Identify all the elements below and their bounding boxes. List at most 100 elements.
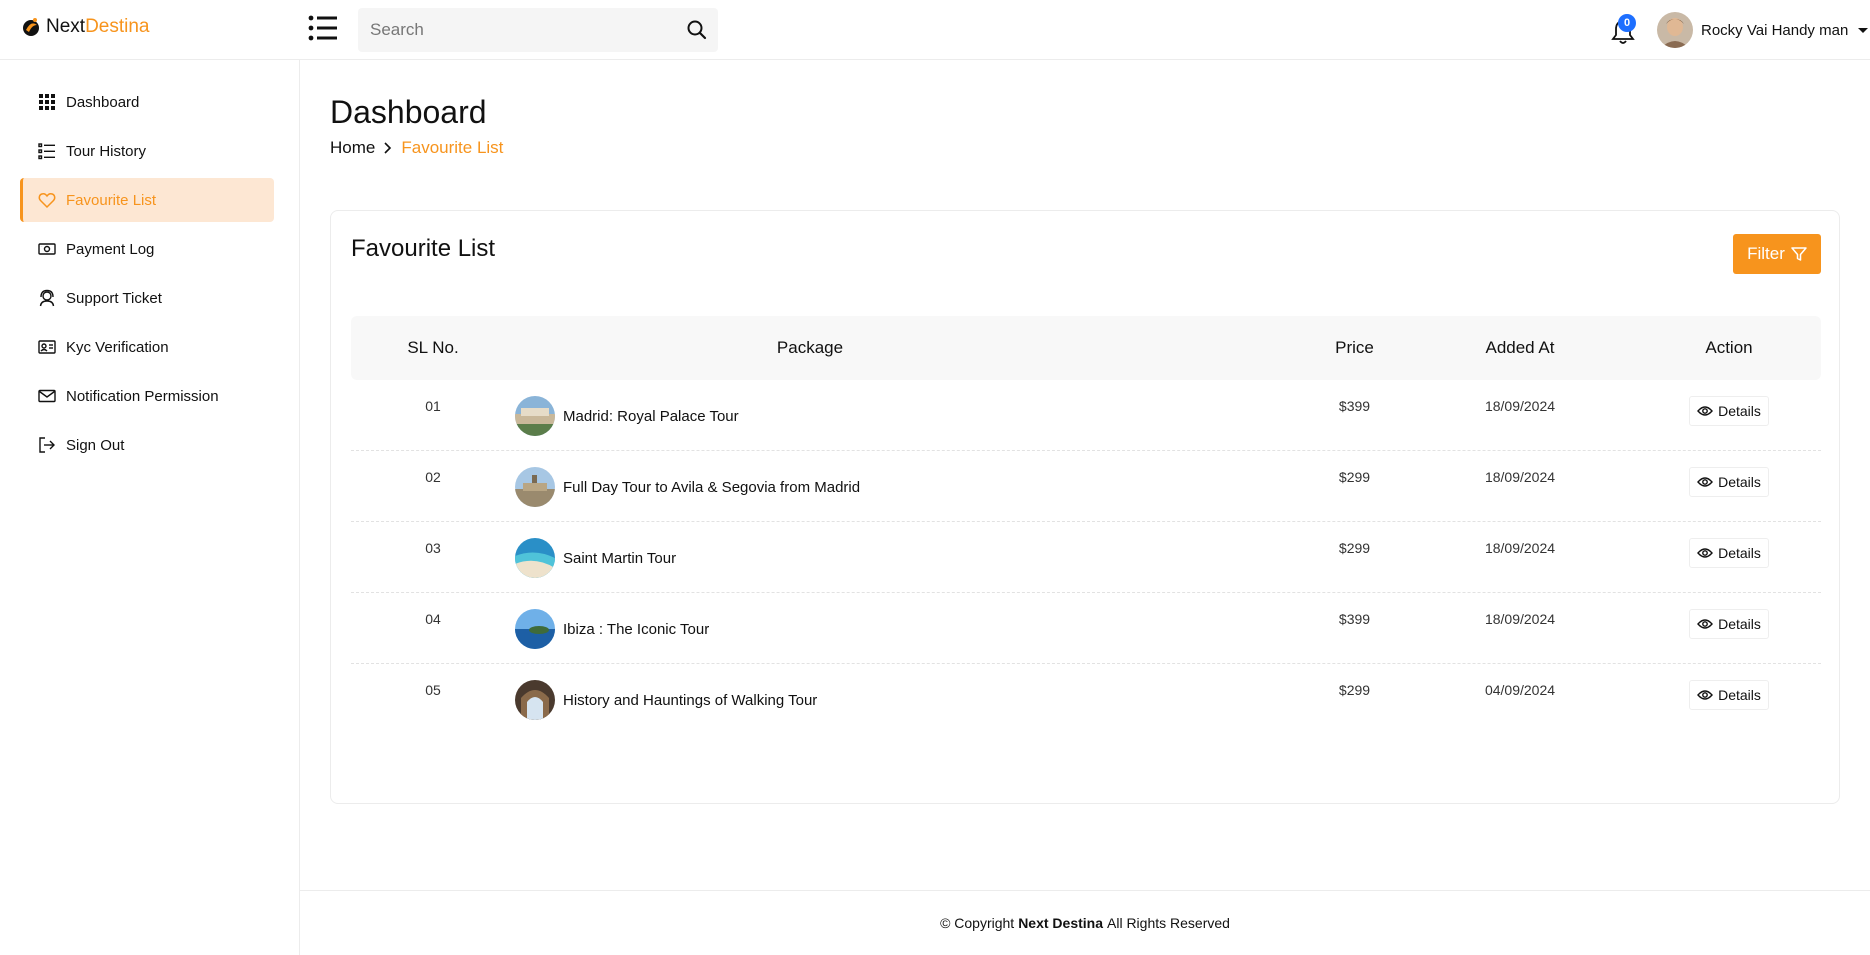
sidebar-item-label: Notification Permission xyxy=(66,387,219,405)
added-date: 18/09/2024 xyxy=(1484,611,1556,627)
footer-brand: Next Destina xyxy=(1018,915,1103,931)
breadcrumb: Home Favourite List xyxy=(330,138,503,158)
menu-toggle-icon[interactable] xyxy=(308,14,340,44)
footer-copyright: © Copyright xyxy=(940,915,1015,931)
package-name[interactable]: Saint Martin Tour xyxy=(563,550,676,567)
grid-icon xyxy=(39,94,55,110)
sidebar-item-kyc-verification[interactable]: Kyc Verification xyxy=(20,325,274,369)
sidebar-item-label: Favourite List xyxy=(66,191,157,209)
sidebar-item-label: Dashboard xyxy=(66,93,140,111)
heart-icon xyxy=(38,193,56,209)
package-thumbnail xyxy=(515,467,555,507)
table-row: 04 Ibiza : The Iconic Tour $399 18/09/20… xyxy=(351,593,1821,664)
sidebar-item-support-ticket[interactable]: Support Ticket xyxy=(20,276,274,320)
table-row: 05 History and Hauntings of Walking Tour… xyxy=(351,664,1821,735)
sidebar-item-label: Payment Log xyxy=(66,240,155,258)
added-date: 18/09/2024 xyxy=(1484,398,1556,414)
sl-number: 02 xyxy=(425,469,441,485)
sidebar-item-tour-history[interactable]: Tour History xyxy=(20,129,274,173)
card-title: Favourite List xyxy=(351,235,496,262)
sidebar-item-label: Sign Out xyxy=(66,436,125,454)
brand-logo[interactable]: Next Destina xyxy=(20,16,150,38)
filter-button[interactable]: Filter xyxy=(1733,234,1821,274)
column-header: Action xyxy=(1705,338,1753,357)
package-name[interactable]: Ibiza : The Iconic Tour xyxy=(563,621,709,638)
search-icon[interactable] xyxy=(686,19,708,41)
user-name: Rocky Vai Handy man xyxy=(1701,21,1849,39)
sidebar-item-notification-permission[interactable]: Notification Permission xyxy=(20,374,274,418)
eye-icon xyxy=(1697,477,1714,487)
details-button[interactable]: Details xyxy=(1689,538,1769,568)
package-name[interactable]: Full Day Tour to Avila & Segovia from Ma… xyxy=(563,479,860,496)
eye-icon xyxy=(1697,619,1714,629)
details-button[interactable]: Details xyxy=(1689,396,1769,426)
user-menu[interactable]: Rocky Vai Handy man xyxy=(1657,12,1869,48)
details-button[interactable]: Details xyxy=(1689,609,1769,639)
page-title: Dashboard xyxy=(330,94,487,130)
list-icon xyxy=(38,143,55,160)
column-header: Package xyxy=(776,338,844,357)
search-box xyxy=(358,8,718,52)
chevron-right-icon xyxy=(384,142,392,154)
table-header: SL No. Package Price Added At Action xyxy=(351,316,1821,380)
package-name[interactable]: Madrid: Royal Palace Tour xyxy=(563,408,739,425)
filter-icon xyxy=(1791,247,1807,261)
avatar xyxy=(1657,12,1693,48)
price: $299 xyxy=(1338,682,1371,698)
eye-icon xyxy=(1697,548,1714,558)
sidebar-item-sign-out[interactable]: Sign Out xyxy=(20,423,274,467)
money-icon xyxy=(38,243,56,255)
details-button[interactable]: Details xyxy=(1689,680,1769,710)
column-header: Added At xyxy=(1485,338,1555,357)
eye-icon xyxy=(1697,406,1714,416)
footer: © Copyright Next Destina All Rights Rese… xyxy=(300,890,1870,955)
sl-number: 05 xyxy=(425,682,441,698)
details-label: Details xyxy=(1718,616,1761,632)
sidebar-item-favourite-list[interactable]: Favourite List xyxy=(20,178,274,222)
envelope-icon xyxy=(38,389,56,403)
logo-icon xyxy=(23,18,39,36)
sidebar-item-label: Tour History xyxy=(66,142,147,160)
sign-out-icon xyxy=(39,437,55,453)
package-thumbnail xyxy=(515,609,555,649)
notification-badge: 0 xyxy=(1618,14,1636,32)
breadcrumb-current: Favourite List xyxy=(401,138,504,157)
details-label: Details xyxy=(1718,545,1761,561)
eye-icon xyxy=(1697,690,1714,700)
package-thumbnail xyxy=(515,680,555,720)
details-button[interactable]: Details xyxy=(1689,467,1769,497)
brand-name-part2: Destina xyxy=(85,16,150,37)
top-header: NextDestina 0 Rocky Vai Handy xyxy=(0,0,1870,60)
details-label: Details xyxy=(1718,403,1761,419)
sidebar-item-payment-log[interactable]: Payment Log xyxy=(20,227,274,271)
column-header: Price xyxy=(1335,338,1374,357)
table-row: 02 Full Day Tour to Avila & Segovia from… xyxy=(351,451,1821,522)
price: $399 xyxy=(1338,398,1371,414)
favourite-list-card: Favourite List Filter SL No. Package Pri… xyxy=(330,210,1840,804)
chevron-down-icon xyxy=(1858,27,1869,33)
sidebar: Dashboard Tour History Favourite List Pa… xyxy=(0,60,300,955)
sl-number: 04 xyxy=(425,611,441,627)
price: $299 xyxy=(1338,469,1371,485)
sl-number: 01 xyxy=(425,398,441,414)
details-label: Details xyxy=(1718,687,1761,703)
footer-rights: All Rights Reserved xyxy=(1107,915,1230,931)
package-name[interactable]: History and Hauntings of Walking Tour xyxy=(563,692,817,709)
price: $399 xyxy=(1338,611,1371,627)
sidebar-item-dashboard[interactable]: Dashboard xyxy=(20,80,274,124)
table-row: 01 Madrid: Royal Palace Tour $399 18/09/… xyxy=(351,380,1821,451)
sidebar-item-label: Kyc Verification xyxy=(66,338,169,356)
sidebar-item-label: Support Ticket xyxy=(66,289,162,307)
added-date: 18/09/2024 xyxy=(1484,469,1556,485)
filter-button-label: Filter xyxy=(1747,244,1785,263)
details-label: Details xyxy=(1718,474,1761,490)
column-header: SL No. xyxy=(407,338,459,357)
price: $299 xyxy=(1338,540,1371,556)
id-card-icon xyxy=(38,340,56,354)
search-input[interactable] xyxy=(358,8,668,52)
headset-icon xyxy=(39,289,55,307)
brand-name-part1: Next xyxy=(46,16,86,37)
sl-number: 03 xyxy=(425,540,441,556)
table-row: 03 Saint Martin Tour $299 18/09/2024 Det… xyxy=(351,522,1821,593)
breadcrumb-home-link[interactable]: Home xyxy=(330,138,375,158)
